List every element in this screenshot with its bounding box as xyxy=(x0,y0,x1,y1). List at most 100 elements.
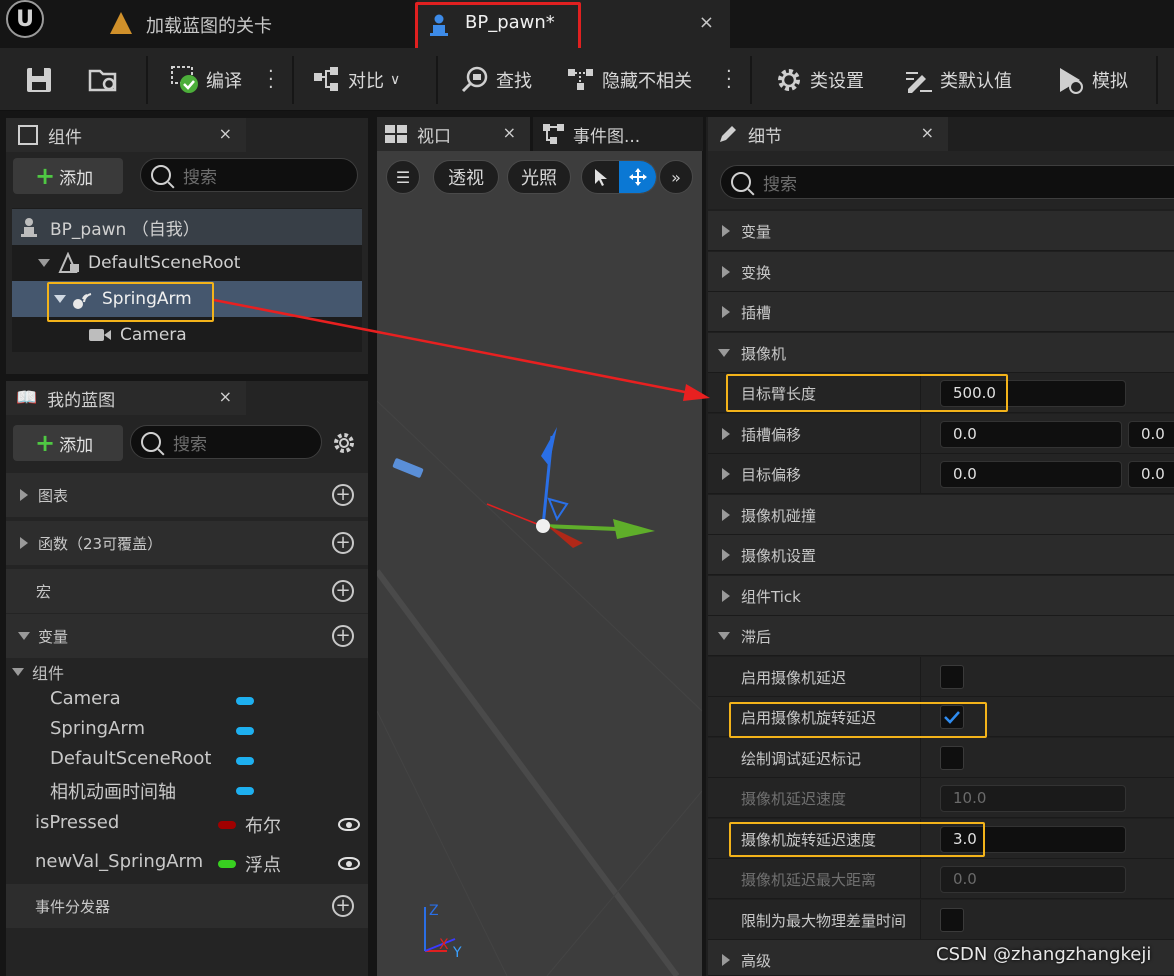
expand-arrow-icon[interactable] xyxy=(722,428,730,440)
add-variable-icon[interactable]: + xyxy=(332,625,354,647)
eye-icon[interactable] xyxy=(338,857,360,870)
enable-camera-lag-checkbox[interactable] xyxy=(940,665,964,689)
target-offset-x-input[interactable]: 0.0 xyxy=(940,461,1122,488)
compile-button[interactable]: 编译 xyxy=(170,48,242,111)
tree-item-defaultsceneroot[interactable]: DefaultSceneRoot xyxy=(12,245,362,281)
var-springarm[interactable]: SpringArm xyxy=(6,718,368,748)
settings-gear-icon[interactable] xyxy=(332,431,356,455)
components-search-placeholder: 搜索 xyxy=(183,167,217,188)
save-button[interactable] xyxy=(24,48,54,111)
class-defaults-button[interactable]: 类默认值 xyxy=(904,48,1012,111)
perspective-button[interactable]: 透视 xyxy=(433,160,499,194)
add-graph-icon[interactable]: + xyxy=(332,484,354,506)
components-search-input[interactable]: 搜索 xyxy=(140,158,358,192)
collapse-arrow-icon[interactable] xyxy=(12,668,24,676)
add-component-button[interactable]: + 添加 xyxy=(13,158,123,194)
collapse-arrow-icon[interactable] xyxy=(718,632,730,640)
expand-arrow-icon[interactable] xyxy=(722,225,730,237)
bool-type-pill xyxy=(218,821,236,829)
socket-offset-x-input[interactable]: 0.0 xyxy=(940,421,1122,448)
add-dispatcher-icon[interactable]: + xyxy=(332,895,354,917)
close-icon[interactable]: × xyxy=(219,387,232,406)
var-camera[interactable]: Camera xyxy=(6,688,368,718)
close-icon[interactable]: × xyxy=(921,123,934,142)
tab-viewport[interactable]: 视口 × xyxy=(377,117,530,151)
pawn-icon xyxy=(21,218,37,237)
section-macros[interactable]: 宏 + xyxy=(6,569,368,613)
camera-lag-speed-input[interactable]: 10.0 xyxy=(940,785,1126,812)
viewport-3d[interactable]: ☰ 透视 光照 » Z X Y xyxy=(377,151,702,976)
close-icon[interactable]: × xyxy=(219,124,232,143)
expand-arrow-icon[interactable] xyxy=(722,590,730,602)
category-camera[interactable]: 摄像机 xyxy=(708,333,1174,373)
var-newval-springarm[interactable]: newVal_SpringArm 浮点 xyxy=(6,851,368,881)
select-tool-icon[interactable] xyxy=(582,161,619,193)
move-tool-icon[interactable] xyxy=(619,161,656,193)
browse-button[interactable] xyxy=(88,48,120,111)
section-variables[interactable]: 变量 + xyxy=(6,614,368,658)
components-category[interactable]: 组件 xyxy=(6,660,64,684)
expand-arrow-icon[interactable] xyxy=(20,489,28,501)
more-options-icon[interactable]: · · · xyxy=(726,63,732,97)
category-camera-collision[interactable]: 摄像机碰撞 xyxy=(708,495,1174,535)
my-blueprint-tab[interactable]: 📖 我的蓝图 × xyxy=(6,381,246,415)
category-transform[interactable]: 变换 xyxy=(708,252,1174,292)
hide-unrelated-button[interactable]: 隐藏不相关 xyxy=(566,48,692,111)
category-lag-label: 滞后 xyxy=(741,628,772,646)
eye-icon[interactable] xyxy=(338,818,360,831)
compile-options-icon[interactable]: · · · xyxy=(268,63,274,97)
expand-arrow-icon[interactable] xyxy=(722,954,730,966)
prop-camera-lag-speed: 摄像机延迟速度 10.0 xyxy=(708,778,1174,818)
target-offset-y-input[interactable]: 0.0 xyxy=(1128,461,1174,488)
more-tools-button[interactable]: » xyxy=(659,160,693,194)
expand-arrow-icon[interactable] xyxy=(20,537,28,549)
tree-item-self[interactable]: BP_pawn （自我） xyxy=(12,209,362,245)
var-springarm-label: SpringArm xyxy=(50,718,146,739)
section-dispatchers[interactable]: 事件分发器 + xyxy=(6,884,368,928)
clamp-max-physics-delta-checkbox[interactable] xyxy=(940,908,964,932)
components-tab[interactable]: 组件 × xyxy=(6,118,246,152)
prop-socket-offset-label: 插槽偏移 xyxy=(741,426,802,444)
section-functions[interactable]: 函数（23可覆盖） + xyxy=(6,521,368,565)
var-camera-timeline[interactable]: 相机动画时间轴 xyxy=(6,778,368,808)
class-settings-button[interactable]: 类设置 xyxy=(774,48,864,111)
category-variables[interactable]: 变量 xyxy=(708,211,1174,251)
expand-arrow-icon[interactable] xyxy=(722,468,730,480)
unreal-logo-icon[interactable] xyxy=(6,0,44,38)
tab-level[interactable]: 加载蓝图的关卡 xyxy=(100,0,410,48)
lighting-button[interactable]: 光照 xyxy=(507,160,571,194)
collapse-arrow-icon[interactable] xyxy=(18,632,30,640)
draw-debug-lag-markers-checkbox[interactable] xyxy=(940,746,964,770)
category-lag[interactable]: 滞后 xyxy=(708,616,1174,656)
tree-item-camera[interactable]: Camera xyxy=(12,317,362,353)
expand-arrow-icon[interactable] xyxy=(722,549,730,561)
blueprint-search-input[interactable]: 搜索 xyxy=(130,425,322,459)
collapse-arrow-icon[interactable] xyxy=(718,349,730,357)
class-defaults-icon xyxy=(904,65,934,95)
viewport-menu-button[interactable]: ☰ xyxy=(386,160,420,194)
socket-offset-y-input[interactable]: 0.0 xyxy=(1128,421,1174,448)
add-macro-icon[interactable]: + xyxy=(332,580,354,602)
expand-arrow-icon[interactable] xyxy=(38,259,50,267)
components-category-label: 组件 xyxy=(32,664,65,683)
diff-button[interactable]: 对比 ∨ xyxy=(312,48,400,111)
find-button[interactable]: 查找 xyxy=(460,48,532,111)
details-search-input[interactable]: 搜索 xyxy=(720,165,1174,199)
close-icon[interactable]: × xyxy=(503,123,516,142)
section-graphs[interactable]: 图表 + xyxy=(6,473,368,517)
category-component-tick[interactable]: 组件Tick xyxy=(708,576,1174,616)
var-defaultsceneroot[interactable]: DefaultSceneRoot xyxy=(6,748,368,778)
details-tab[interactable]: 细节 × xyxy=(708,117,948,151)
category-camera-settings[interactable]: 摄像机设置 xyxy=(708,535,1174,575)
add-blueprint-item-button[interactable]: + 添加 xyxy=(13,425,123,461)
tab-event-graph[interactable]: 事件图... xyxy=(533,117,703,151)
expand-arrow-icon[interactable] xyxy=(722,509,730,521)
expand-arrow-icon[interactable] xyxy=(722,306,730,318)
close-icon[interactable]: × xyxy=(699,12,714,33)
category-sockets[interactable]: 插槽 xyxy=(708,292,1174,332)
add-function-icon[interactable]: + xyxy=(332,532,354,554)
var-ispressed[interactable]: isPressed 布尔 xyxy=(6,812,368,842)
expand-arrow-icon[interactable] xyxy=(722,266,730,278)
camera-lag-max-distance-input[interactable]: 0.0 xyxy=(940,866,1126,893)
simulate-button[interactable]: 模拟 xyxy=(1056,48,1128,111)
